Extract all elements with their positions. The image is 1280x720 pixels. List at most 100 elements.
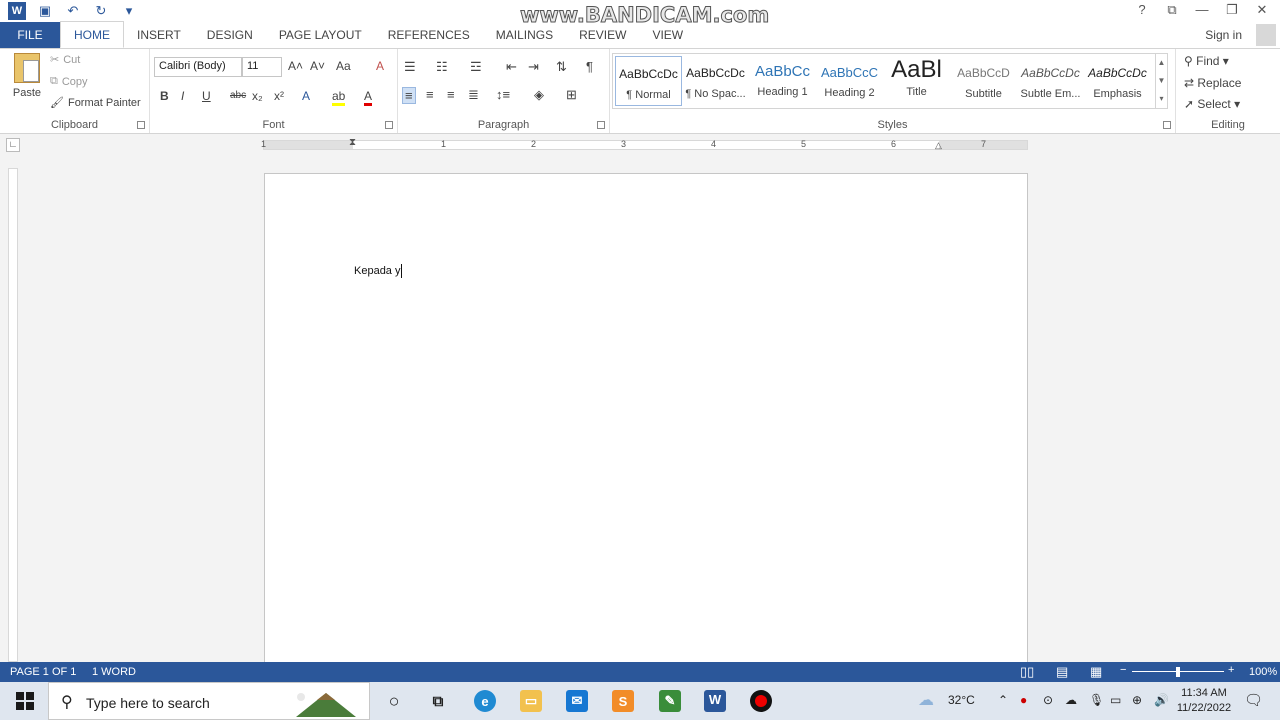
style-no-spacing[interactable]: AaBbCcDc ¶ No Spac... [682,56,749,106]
styles-gallery-scroll[interactable]: ▲ ▼ ▾ [1155,54,1167,108]
italic-button[interactable]: I [181,89,184,103]
tab-selector[interactable]: ∟ [6,138,20,152]
taskbar-search-box[interactable]: ⚲ Type here to search [48,682,370,720]
align-left-icon[interactable]: ≡ [402,87,416,104]
read-mode-icon[interactable]: ▯▯ [1020,664,1034,680]
pen-app-icon[interactable]: ✎ [659,690,681,712]
decrease-indent-icon[interactable]: ⇤ [506,59,517,75]
camera-icon[interactable]: ⊙ [1043,693,1053,707]
notifications-icon[interactable]: 🗨 [1244,691,1263,709]
change-case-button[interactable]: Aa [336,59,351,73]
volume-icon[interactable]: 🔊 [1154,693,1169,707]
more-styles-icon[interactable]: ▾ [1156,90,1167,108]
right-indent-marker-icon[interactable]: △ [935,140,942,151]
style-normal[interactable]: AaBbCcDc ¶ Normal [615,56,682,106]
weather-temperature[interactable]: 32°C [948,693,975,707]
cut-button[interactable]: ✂ Cut [50,53,80,67]
line-spacing-icon[interactable]: ↕≡ [496,87,510,102]
cortana-icon[interactable]: ○ [383,690,405,712]
edge-browser-icon[interactable]: e [474,690,496,712]
start-button[interactable] [16,692,34,710]
borders-icon[interactable]: ⊞ [566,87,577,103]
show-hidden-icons-icon[interactable]: ⌃ [998,693,1008,707]
font-dialog-launcher[interactable] [385,121,393,129]
tab-file[interactable]: FILE [0,22,60,48]
restore-button[interactable]: ❐ [1224,2,1240,18]
paste-button[interactable]: Paste [10,53,44,99]
file-explorer-icon[interactable]: ▭ [520,690,542,712]
battery-icon[interactable]: ▭ [1110,693,1121,707]
ribbon-display-options-button[interactable]: ⧉ [1164,2,1180,18]
microphone-icon[interactable]: 🎙 [1089,693,1104,707]
font-color-icon[interactable]: A [364,89,373,106]
paragraph-dialog-launcher[interactable] [597,121,605,129]
highlight-icon[interactable]: ab [332,89,346,106]
sort-icon[interactable]: ⇅ [556,59,567,75]
document-page[interactable]: Kepada y [264,173,1028,673]
web-layout-icon[interactable]: ▦ [1090,664,1102,680]
increase-indent-icon[interactable]: ⇥ [528,59,539,75]
page-count[interactable]: PAGE 1 OF 1 [10,666,76,678]
vertical-ruler[interactable] [8,168,18,662]
redo-icon[interactable]: ↻ [92,2,110,20]
chevron-up-icon[interactable]: ▲ [1156,54,1167,72]
clipboard-dialog-launcher[interactable] [137,121,145,129]
zoom-slider-thumb[interactable] [1176,667,1180,677]
select-button[interactable]: ➚ Select ▾ [1184,97,1240,111]
account-avatar[interactable] [1256,24,1276,46]
align-right-icon[interactable]: ≡ [447,87,455,102]
underline-button[interactable]: U [202,89,211,103]
find-button[interactable]: ⚲ Find ▾ [1184,54,1229,68]
sublime-text-icon[interactable]: S [612,690,634,712]
shading-icon[interactable]: ◈ [534,87,544,103]
minimize-button[interactable]: — [1194,2,1210,18]
onedrive-icon[interactable]: ☁ [1065,693,1077,707]
close-button[interactable]: ✕ [1254,2,1270,18]
styles-dialog-launcher[interactable] [1163,121,1171,129]
strikethrough-button[interactable]: abc [230,90,246,101]
format-painter-button[interactable]: 🖌 Format Painter [50,96,141,110]
clear-formatting-icon[interactable]: A [376,59,384,73]
grow-font-icon[interactable]: A˄ [288,59,303,73]
style-heading-1[interactable]: AaBbCc Heading 1 [749,56,816,106]
system-clock[interactable]: 11:34 AM 11/22/2022 [1172,686,1236,716]
text-effects-icon[interactable]: A [302,89,310,103]
style-subtle-emphasis[interactable]: AaBbCcDc Subtle Em... [1017,56,1084,106]
copy-button[interactable]: ⧉ Copy [50,75,88,88]
justify-icon[interactable]: ≣ [468,87,479,103]
horizontal-ruler[interactable]: 1 1 2 3 4 5 6 7 ⧗ △ [261,137,1028,151]
document-body[interactable]: Kepada y [354,264,403,278]
customize-qat-icon[interactable]: ▾ [120,2,138,20]
bullets-icon[interactable]: ☰ [404,59,416,75]
indent-marker-icon[interactable]: ⧗ [349,137,356,148]
bandicam-record-icon[interactable] [750,690,772,712]
numbering-icon[interactable]: ☷ [436,59,448,75]
tab-view[interactable]: VIEW [639,22,696,48]
sign-in-link[interactable]: Sign in [1205,28,1242,42]
save-icon[interactable]: ▣ [36,2,54,20]
network-icon[interactable]: ⊕ [1132,693,1142,707]
zoom-level[interactable]: 100% [1249,666,1277,678]
task-view-icon[interactable]: ⧉ [427,690,449,712]
tab-design[interactable]: DESIGN [194,22,266,48]
word-taskbar-icon[interactable]: W [704,690,726,712]
zoom-in-button[interactable]: + [1228,664,1234,676]
align-center-icon[interactable]: ≡ [426,87,434,102]
tab-references[interactable]: REFERENCES [375,22,483,48]
style-heading-2[interactable]: AaBbCcC Heading 2 [816,56,883,106]
zoom-out-button[interactable]: − [1120,664,1126,676]
tab-review[interactable]: REVIEW [566,22,639,48]
chevron-down-icon[interactable]: ▼ [1156,72,1167,90]
undo-icon[interactable]: ↶ [64,2,82,20]
record-indicator-icon[interactable]: ● [1020,693,1027,707]
print-layout-icon[interactable]: ▤ [1056,664,1068,680]
font-family-select[interactable]: Calibri (Body) [154,57,242,77]
style-title[interactable]: AaBl Title [883,56,950,106]
show-formatting-icon[interactable]: ¶ [586,59,593,74]
weather-cloud-icon[interactable]: ☁ [918,690,934,710]
tab-home[interactable]: HOME [60,21,124,48]
shrink-font-icon[interactable]: A˅ [310,59,325,73]
mail-icon[interactable]: ✉ [566,690,588,712]
font-size-select[interactable]: 11 [242,57,282,77]
tab-mailings[interactable]: MAILINGS [483,22,566,48]
